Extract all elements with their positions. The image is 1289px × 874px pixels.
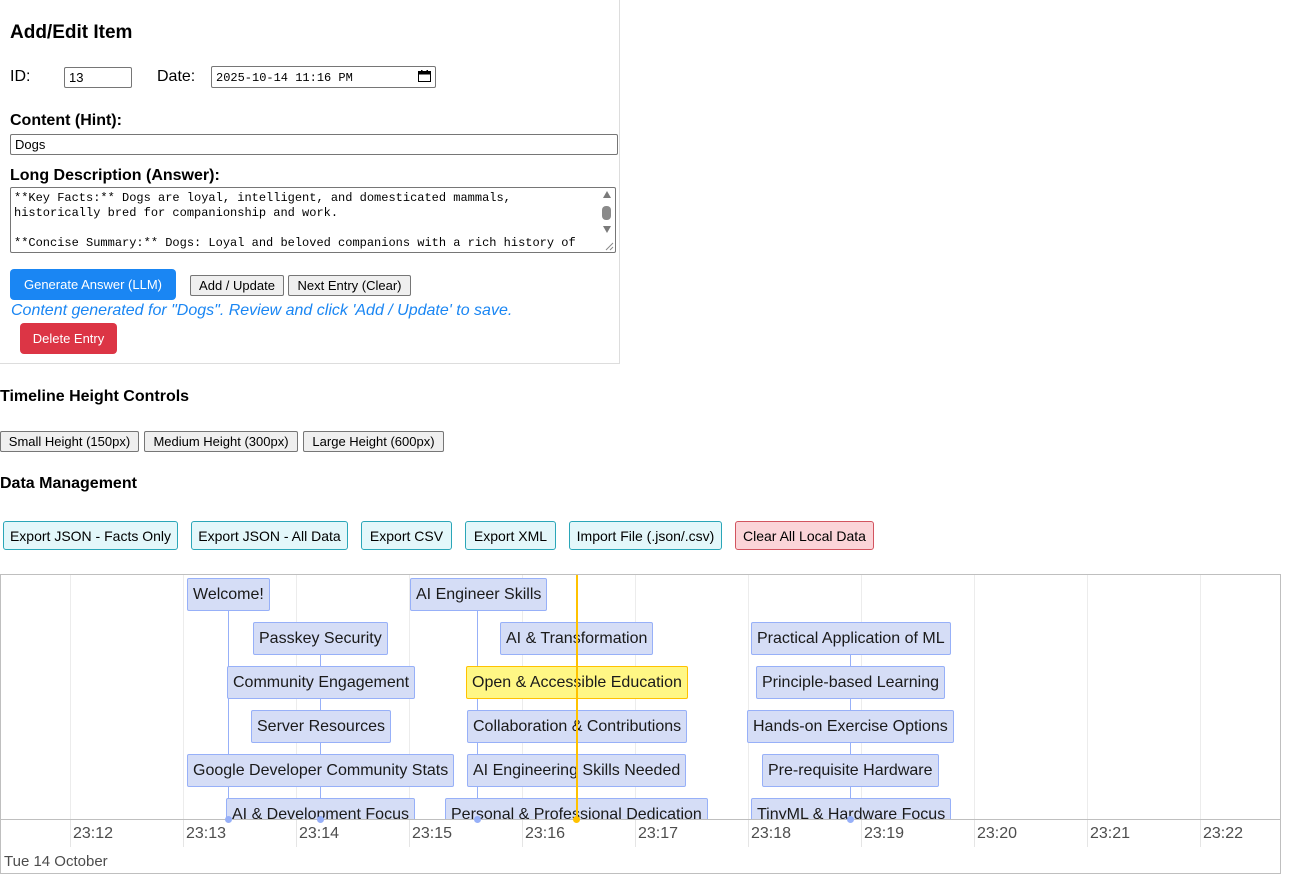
axis-tick-line [1087, 820, 1088, 847]
grid-line [974, 575, 975, 821]
description-text: **Key Facts:** Dogs are loyal, intellige… [14, 191, 576, 250]
editor-panel: Add/Edit Item ID: Date: 2025-10-14 11:16… [0, 0, 620, 364]
axis-tick-line [635, 820, 636, 847]
scroll-down-arrow-icon[interactable] [603, 226, 611, 233]
delete-entry-button[interactable]: Delete Entry [20, 323, 117, 354]
next-entry-button[interactable]: Next Entry (Clear) [288, 275, 411, 296]
data-management-title: Data Management [0, 475, 137, 492]
timeline-item[interactable]: Server Resources [251, 710, 392, 743]
timeline-item[interactable]: Principle-based Learning [756, 666, 945, 699]
timeline-item[interactable]: Google Developer Community Stats [187, 754, 455, 787]
date-input[interactable]: 2025-10-14 11:16 PM [211, 66, 436, 88]
status-message: Content generated for "Dogs". Review and… [11, 302, 513, 319]
export-json-facts-button[interactable]: Export JSON - Facts Only [3, 521, 178, 550]
item-point-selected [573, 816, 580, 823]
axis-tick-label: 23:12 [73, 825, 114, 842]
axis-tick-line [409, 820, 410, 847]
calendar-icon[interactable] [418, 70, 431, 82]
axis-tick-line [522, 820, 523, 847]
axis-tick-line [70, 820, 71, 847]
axis-tick-label: 23:21 [1090, 825, 1131, 842]
export-json-all-button[interactable]: Export JSON - All Data [191, 521, 348, 550]
axis-tick-label: 23:15 [412, 825, 453, 842]
axis-tick-line [974, 820, 975, 847]
scroll-thumb[interactable] [602, 206, 611, 220]
item-point [317, 816, 324, 823]
axis-tick-line [183, 820, 184, 847]
axis-tick-label: 23:20 [977, 825, 1018, 842]
content-label: Content (Hint): [10, 112, 122, 129]
grid-line [748, 575, 749, 821]
date-label: Date: [157, 68, 196, 85]
axis-tick-label: 23:19 [864, 825, 905, 842]
timeline-item[interactable]: Community Engagement [227, 666, 416, 699]
textarea-scrollbar[interactable] [601, 190, 613, 250]
grid-line [1087, 575, 1088, 821]
axis-tick-line [748, 820, 749, 847]
id-input[interactable] [64, 67, 132, 88]
grid-line [70, 575, 71, 821]
grid-line [1200, 575, 1201, 821]
large-height-button[interactable]: Large Height (600px) [303, 431, 444, 452]
timeline[interactable]: Welcome! Passkey Security Community Enga… [0, 574, 1281, 874]
id-label: ID: [10, 68, 31, 85]
axis-tick-label: 23:18 [751, 825, 792, 842]
medium-height-button[interactable]: Medium Height (300px) [144, 431, 298, 452]
date-value: 2025-10-14 11:16 PM [216, 71, 353, 85]
add-update-button[interactable]: Add / Update [190, 275, 284, 296]
axis-tick-line [296, 820, 297, 847]
timeline-item[interactable]: Practical Application of ML [751, 622, 951, 655]
scroll-up-arrow-icon[interactable] [603, 191, 611, 198]
axis-tick-label: 23:22 [1203, 825, 1244, 842]
clear-local-data-button[interactable]: Clear All Local Data [735, 521, 874, 550]
description-label: Long Description (Answer): [10, 167, 220, 184]
height-controls-title: Timeline Height Controls [0, 388, 190, 405]
generate-answer-button[interactable]: Generate Answer (LLM) [10, 269, 176, 300]
time-axis: 23:12 23:13 23:14 23:15 23:16 23:17 23:1… [1, 819, 1280, 873]
timeline-item[interactable]: Passkey Security [253, 622, 388, 655]
axis-tick-line [861, 820, 862, 847]
import-file-button[interactable]: Import File (.json/.csv) [569, 521, 722, 550]
timeline-item[interactable]: AI Engineer Skills [410, 578, 548, 611]
item-point [847, 816, 854, 823]
current-time-marker [576, 575, 578, 821]
axis-tick-line [1200, 820, 1201, 847]
export-xml-button[interactable]: Export XML [465, 521, 556, 550]
description-textarea[interactable]: **Key Facts:** Dogs are loyal, intellige… [10, 187, 616, 253]
timeline-item[interactable]: Pre-requisite Hardware [762, 754, 939, 787]
content-input[interactable] [10, 134, 618, 155]
resize-grip-icon[interactable] [605, 242, 614, 251]
export-csv-button[interactable]: Export CSV [361, 521, 452, 550]
item-point [474, 816, 481, 823]
grid-line [183, 575, 184, 821]
editor-title: Add/Edit Item [10, 22, 133, 43]
axis-tick-label: 23:14 [299, 825, 340, 842]
item-point [225, 816, 232, 823]
axis-tick-label: 23:17 [638, 825, 679, 842]
axis-tick-label: 23:13 [186, 825, 227, 842]
small-height-button[interactable]: Small Height (150px) [0, 431, 139, 452]
timeline-item[interactable]: Welcome! [187, 578, 270, 611]
timeline-item[interactable]: Hands-on Exercise Options [747, 710, 954, 743]
axis-tick-label: 23:16 [525, 825, 566, 842]
